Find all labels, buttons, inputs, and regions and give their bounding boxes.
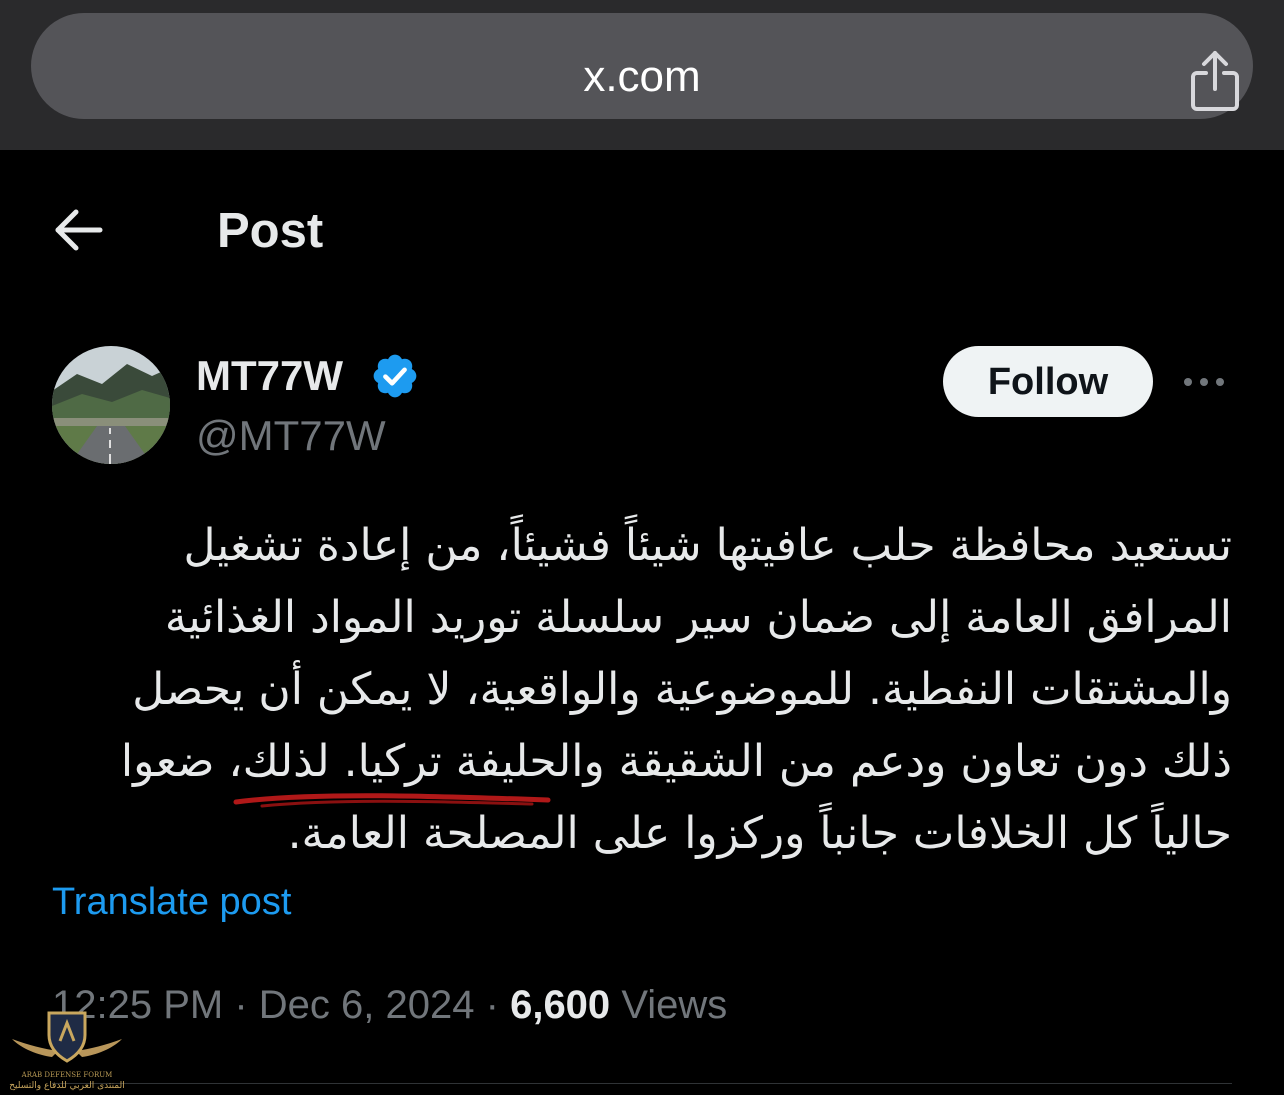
- share-icon[interactable]: [1187, 49, 1243, 113]
- page-title: Post: [217, 204, 324, 258]
- address-bar[interactable]: x.com: [31, 13, 1253, 119]
- watermark-text-en: ARAB DEFENSE FORUM: [21, 1071, 113, 1079]
- author-handle[interactable]: @MT77W: [196, 410, 386, 462]
- translate-post-link[interactable]: Translate post: [52, 878, 291, 926]
- avatar[interactable]: [52, 346, 170, 464]
- watermark-logo: ARAB DEFENSE FORUM المنتدى العربي للدفاع…: [8, 1005, 126, 1095]
- follow-button[interactable]: Follow: [943, 346, 1153, 417]
- views-label: Views: [621, 983, 728, 1027]
- more-horizontal-icon[interactable]: [1180, 370, 1228, 394]
- red-underline-annotation: [233, 793, 551, 808]
- verified-badge-icon: [373, 354, 417, 398]
- display-name[interactable]: MT77W: [196, 350, 343, 402]
- url-text[interactable]: x.com: [31, 49, 1253, 105]
- watermark-text-ar: المنتدى العربي للدفاع والتسليح: [9, 1081, 125, 1091]
- post-text: تستعيد محافظة حلب عافيتها شيئاً فشيئاً، …: [120, 520, 1232, 859]
- views-count: 6,600: [510, 983, 611, 1027]
- divider: [52, 1083, 1232, 1084]
- meta-separator: ·: [234, 983, 248, 1027]
- post-date[interactable]: Dec 6, 2024: [259, 983, 475, 1027]
- browser-toolbar: x.com: [0, 0, 1284, 150]
- arrow-left-icon[interactable]: [52, 207, 104, 253]
- meta-separator: ·: [485, 983, 499, 1027]
- post-meta: 12:25 PM · Dec 6, 2024 · 6,600 Views: [52, 978, 727, 1032]
